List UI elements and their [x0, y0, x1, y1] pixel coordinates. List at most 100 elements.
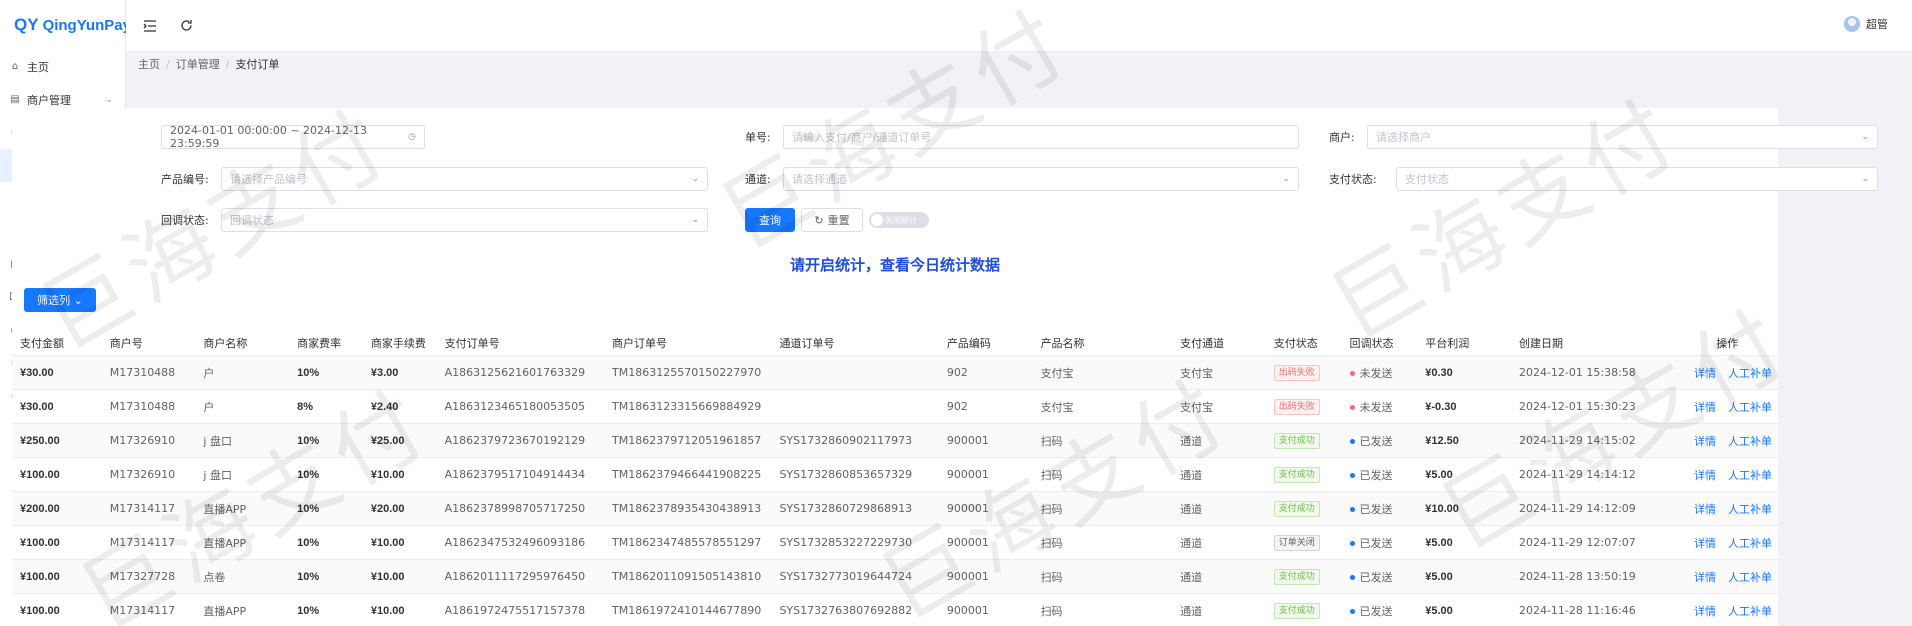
cell-fee: ¥2.40 — [370, 400, 399, 413]
cell-merchant-no: M17314117 — [109, 604, 176, 617]
manual-supplement-link[interactable]: 人工补单 — [1728, 571, 1772, 584]
cell-pay-status: 出码失败 — [1266, 364, 1342, 381]
cell-pay-order: A1862347532496093186 — [444, 536, 586, 549]
manual-supplement-link[interactable]: 人工补单 — [1728, 435, 1772, 448]
product-code-placeholder: 请选择产品编号 — [230, 173, 307, 186]
store-icon: ▤ — [10, 94, 20, 105]
cell-actions: 详情 人工补单 — [1668, 365, 1778, 381]
menu-collapse-icon[interactable] — [140, 16, 160, 36]
column-header: 操作 — [1716, 336, 1739, 350]
cell-product-name: 支付宝 — [1040, 400, 1074, 414]
merchant-label: 商户: — [1329, 131, 1355, 144]
cell-merchant-order: TM1862379712051961857 — [612, 434, 762, 447]
detail-link[interactable]: 详情 — [1694, 367, 1716, 380]
merchant-select[interactable]: 请选择商户 ⌄ — [1367, 125, 1878, 149]
product-code-select[interactable]: 请选择产品编号 ⌄ — [221, 167, 708, 191]
cell-merchant-order: TM1861972410144677890 — [612, 604, 762, 617]
breadcrumb-home[interactable]: 主页 — [138, 56, 160, 72]
cell-merchant-order: TM1862347485578551297 — [612, 536, 762, 549]
filter-columns-button[interactable]: 筛选列 ⌄ — [24, 288, 96, 312]
detail-link[interactable]: 详情 — [1694, 605, 1716, 618]
search-button[interactable]: 查询 — [745, 208, 795, 232]
detail-link[interactable]: 详情 — [1694, 435, 1716, 448]
breadcrumb-current: 支付订单 — [235, 58, 280, 71]
table-row[interactable]: ¥30.00 M17310488 户 10% ¥3.00 A186312562160176… — [12, 356, 1778, 390]
detail-link[interactable]: 详情 — [1694, 571, 1716, 584]
callback-text: 已发送 — [1359, 604, 1393, 618]
cell-profit: ¥10.00 — [1425, 502, 1459, 515]
callback-status-select[interactable]: 回调状态 ⌄ — [221, 208, 708, 232]
cell-fee: ¥10.00 — [370, 570, 405, 583]
detail-link[interactable]: 详情 — [1694, 401, 1716, 414]
order-no-input[interactable]: 请输入支付/商户/通道订单号 — [783, 125, 1299, 149]
cell-merchant-no: M17314117 — [109, 502, 176, 515]
manual-supplement-link[interactable]: 人工补单 — [1728, 605, 1772, 618]
table-row[interactable]: ¥100.00 M17326910 j 盘口 10% ¥10.00 A1862379517… — [12, 458, 1778, 492]
column-header: 支付状态 — [1273, 336, 1318, 350]
cell-fee: ¥20.00 — [370, 502, 405, 515]
cell-merchant-order: TM1862011091505143810 — [612, 570, 762, 583]
chevron-down-icon: ⌄ — [1861, 174, 1869, 184]
cell-merchant-name: 直播APP — [203, 604, 247, 618]
cell-merchant-name: j 盘口 — [203, 468, 232, 482]
manual-supplement-link[interactable]: 人工补单 — [1728, 537, 1772, 550]
table-row[interactable]: ¥100.00 M17327728 点卷 10% ¥10.00 A186201111729… — [12, 560, 1778, 594]
table-row[interactable]: ¥30.00 M17310488 户 8% ¥2.40 A1863123465180053… — [12, 390, 1778, 424]
table-row[interactable]: ¥200.00 M17314117 直播APP 10% ¥20.00 A186237899… — [12, 492, 1778, 526]
table-row[interactable]: ¥100.00 M17314117 直播APP 10% ¥10.00 A186197247… — [12, 594, 1778, 626]
breadcrumb-order-management[interactable]: 订单管理 — [176, 56, 220, 72]
cell-product-code: 902 — [946, 400, 968, 413]
refresh-icon[interactable] — [176, 16, 196, 36]
cell-channel: 通道 — [1180, 570, 1203, 584]
user-menu[interactable]: 超管 — [1844, 16, 1888, 32]
cell-created: 2024-11-28 11:16:46 — [1518, 604, 1636, 617]
logo-mark: QY — [14, 15, 39, 34]
manual-supplement-link[interactable]: 人工补单 — [1728, 401, 1772, 414]
logo[interactable]: QY QingYunPay — [0, 0, 131, 50]
cell-pay-order: A1863123465180053505 — [444, 400, 586, 413]
cell-profit: ¥5.00 — [1425, 468, 1453, 481]
callback-status-filter: 回调状态: 回调状态 ⌄ — [161, 208, 708, 232]
callback-text: 已发送 — [1359, 434, 1393, 448]
cell-created: 2024-11-29 12:07:07 — [1518, 536, 1636, 549]
cell-product-name: 扫码 — [1040, 468, 1063, 482]
status-dot-icon — [1349, 439, 1355, 444]
cell-channel-order: SYS1732860729868913 — [779, 502, 913, 515]
manual-supplement-link[interactable]: 人工补单 — [1728, 367, 1772, 380]
cell-fee: ¥3.00 — [370, 366, 399, 379]
manual-supplement-link[interactable]: 人工补单 — [1728, 469, 1772, 482]
date-range-picker[interactable]: 2024-01-01 00:00:00 ~ 2024-12-13 23:59:5… — [161, 124, 425, 150]
cell-amount: ¥100.00 — [20, 570, 60, 583]
status-dot-icon — [1349, 541, 1355, 546]
table-row[interactable]: ¥100.00 M17314117 直播APP 10% ¥10.00 A186234753… — [12, 526, 1778, 560]
column-header: 商户号 — [109, 336, 143, 350]
callback-text: 已发送 — [1359, 502, 1393, 516]
channel-select[interactable]: 请选择通道 ⌄ — [783, 167, 1299, 191]
table-row[interactable]: ¥250.00 M17326910 j 盘口 10% ¥25.00 A1862379723… — [12, 424, 1778, 458]
column-header: 支付金额 — [20, 336, 64, 350]
cell-pay-order: A1861972475517157378 — [444, 604, 586, 617]
cell-product-name: 扫码 — [1040, 434, 1063, 448]
stats-area: 请开启统计，查看今日统计数据 筛选列 ⌄ — [12, 250, 1778, 330]
sidebar-item-0[interactable]: ⌂ 主页 — [0, 50, 125, 83]
manual-supplement-link[interactable]: 人工补单 — [1728, 503, 1772, 516]
cell-channel-order: SYS1732860853657329 — [779, 468, 913, 481]
detail-link[interactable]: 详情 — [1694, 469, 1716, 482]
cell-channel: 支付宝 — [1180, 366, 1214, 380]
cell-amount: ¥250.00 — [20, 434, 60, 447]
cell-product-name: 扫码 — [1040, 536, 1063, 550]
stats-toggle[interactable]: 关闭统计 — [869, 212, 929, 228]
chevron-down-icon: ⌄ — [105, 94, 113, 105]
callback-text: 已发送 — [1359, 536, 1393, 550]
detail-link[interactable]: 详情 — [1694, 537, 1716, 550]
cell-pay-status: 支付成功 — [1266, 432, 1342, 449]
channel-filter: 通道: 请选择通道 ⌄ — [745, 167, 1299, 191]
pay-status-select[interactable]: 支付状态 ⌄ — [1396, 167, 1878, 191]
cell-rate: 8% — [297, 400, 313, 413]
detail-link[interactable]: 详情 — [1694, 503, 1716, 516]
cell-amount: ¥30.00 — [20, 366, 54, 379]
column-header: 商户订单号 — [612, 336, 668, 350]
cell-merchant-order: TM1862378935430438913 — [612, 502, 762, 515]
reset-button[interactable]: ↻ 重置 — [801, 208, 863, 232]
cell-merchant-name: j 盘口 — [203, 434, 232, 448]
